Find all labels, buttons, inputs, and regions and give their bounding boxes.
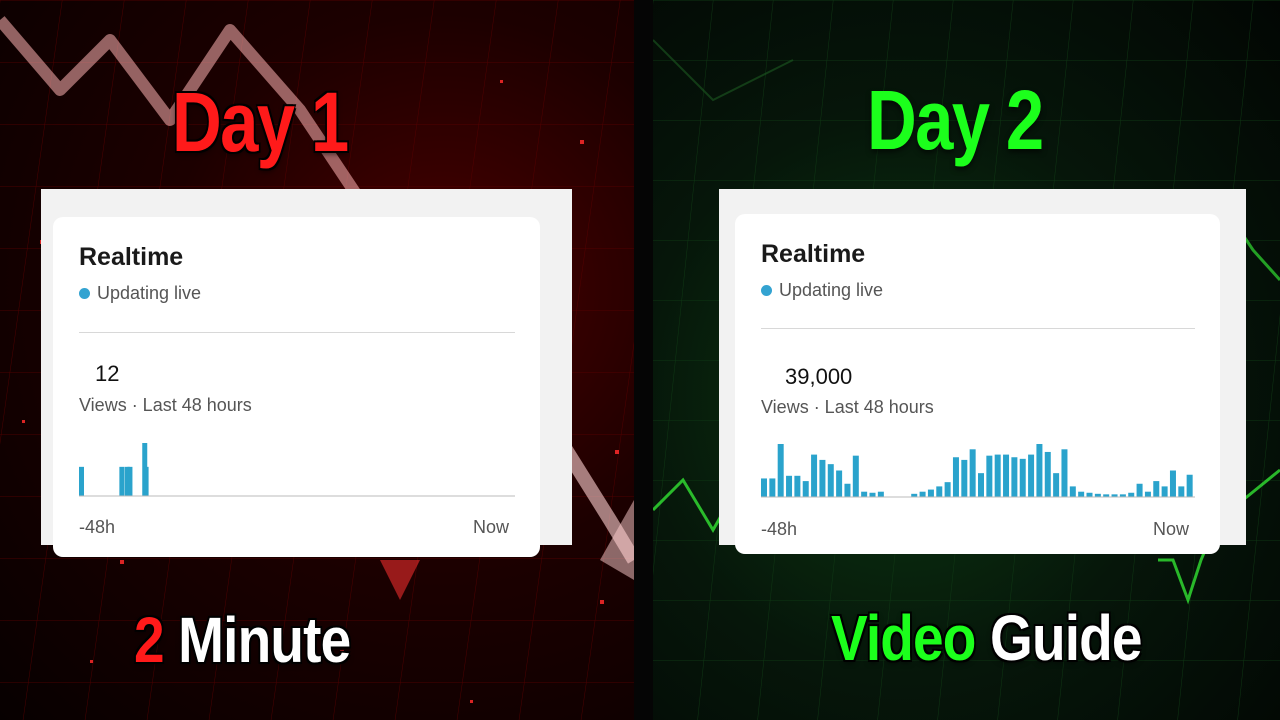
sparkline-bar: [1078, 491, 1085, 497]
sparkline-bar: [79, 466, 84, 496]
sparkline-bar: [127, 466, 133, 496]
live-status: Updating live: [761, 280, 883, 301]
realtime-card: Realtime Updating live 12 Views · Last 4…: [53, 217, 540, 557]
sparkline-bar: [769, 478, 776, 497]
sparkline-bar: [1011, 457, 1018, 497]
sparkline-bar: [927, 489, 934, 497]
sparkline-bar: [852, 455, 859, 497]
realtime-card-frame: Realtime Updating live 12 Views · Last 4…: [41, 189, 572, 557]
live-status: Updating live: [79, 283, 201, 304]
sparkline-bar: [986, 455, 993, 497]
caption-word-2: Guide: [989, 602, 1143, 674]
day-1-headline: Day 1: [172, 75, 349, 169]
sparkline-bar: [802, 481, 809, 497]
views-label: Views · Last 48 hours: [761, 397, 934, 417]
sparkline-bar: [143, 466, 149, 496]
sparkline-bar: [952, 457, 959, 497]
sparkline-bar: [1061, 449, 1068, 497]
sparkline-bar: [869, 492, 876, 497]
caption-word-1: Video: [831, 602, 976, 674]
sparkline-bar: [1086, 492, 1093, 497]
card-divider: [79, 332, 515, 333]
sparkline-bar: [961, 459, 968, 497]
sparkline-bar: [786, 475, 793, 497]
right-panel: Day 2 Realtime Updating live 39,000 View…: [653, 0, 1280, 720]
sparkline-bar: [844, 483, 851, 497]
axis-end-label: Now: [1153, 519, 1190, 539]
views-sparkline: [761, 444, 1195, 498]
axis-start-label: -48h: [79, 517, 116, 537]
sparkline-bar: [1161, 486, 1168, 497]
sparkline-bar: [1053, 473, 1060, 497]
sparkline-bar: [819, 459, 826, 497]
caption-number: 2: [134, 604, 165, 676]
realtime-card-frame: Realtime Updating live 39,000 Views · La…: [719, 189, 1246, 554]
panel-divider: [634, 0, 653, 720]
views-sparkline: [79, 443, 515, 497]
sparkline-bar: [944, 482, 951, 497]
live-status-label: Updating live: [97, 283, 202, 303]
sparkline-bar: [1153, 481, 1160, 497]
live-dot-icon: [79, 288, 90, 299]
views-count: 39,000: [785, 364, 853, 389]
sparkline-bar: [1044, 451, 1051, 497]
caption-left: 2 Minute: [134, 608, 351, 672]
views-label: Views · Last 48 hours: [79, 395, 252, 415]
left-panel: Day 1 Realtime Updating live 12 Views · …: [0, 0, 634, 720]
sparkline-bar: [1144, 491, 1151, 497]
sparkline-bar: [1069, 486, 1076, 497]
sparkline-bar: [794, 475, 801, 497]
sparkline-bar: [1028, 454, 1035, 497]
sparkline-bar: [969, 449, 976, 497]
axis-start-label: -48h: [761, 519, 798, 539]
sparkline-bar: [761, 478, 767, 497]
sparkline-bar: [1003, 454, 1010, 497]
sparkline-bar: [877, 491, 884, 497]
sparkline-bar: [1178, 486, 1185, 497]
realtime-card: Realtime Updating live 39,000 Views · La…: [735, 214, 1220, 554]
sparkline-bar: [919, 491, 926, 497]
caption-right: Video Guide: [831, 606, 1143, 670]
sparkline-bar: [119, 466, 125, 496]
sparkline-bar: [1186, 474, 1193, 497]
card-title: Realtime: [79, 243, 184, 271]
sparkline-bar: [861, 491, 868, 497]
views-count: 12: [95, 361, 120, 386]
day-2-headline: Day 2: [867, 73, 1044, 167]
sparkline-bar: [827, 464, 834, 497]
sparkline-bar: [1136, 483, 1143, 497]
card-title: Realtime: [761, 240, 866, 268]
sparkline-bar: [994, 454, 1001, 497]
sparkline-bar: [777, 444, 784, 497]
sparkline-bar: [978, 473, 984, 497]
live-dot-icon: [761, 285, 772, 296]
card-divider: [761, 328, 1195, 329]
sparkline-bar: [811, 454, 818, 497]
sparkline-bar: [1128, 492, 1135, 497]
sparkline-bar: [936, 486, 943, 497]
sparkline-bar: [836, 470, 843, 497]
axis-end-label: Now: [473, 517, 510, 537]
sparkline-bar: [1036, 444, 1043, 497]
sparkline-bar: [1019, 458, 1026, 497]
sparkline-bar: [1169, 470, 1176, 497]
live-status-label: Updating live: [779, 280, 884, 300]
caption-word: Minute: [178, 604, 351, 676]
